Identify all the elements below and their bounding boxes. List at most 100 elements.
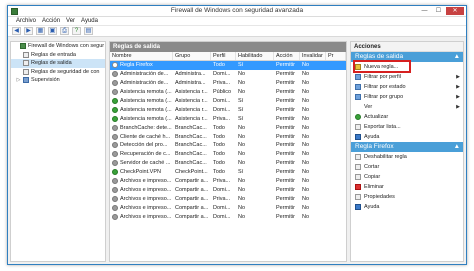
cell-name: Archivos e impreso... [110, 204, 173, 211]
rule-status-icon [112, 160, 118, 167]
rule-status-icon [112, 80, 118, 87]
rule-name: Archivos e impreso... [120, 195, 172, 202]
cell-group: Compartir a... [175, 195, 209, 202]
collapse-icon[interactable]: ▲ [454, 142, 460, 152]
table-row[interactable]: CheckPoint.VPN CheckPoint... Todo Sí Permiti… [110, 168, 346, 177]
cell-enabled: No [238, 80, 246, 87]
table-row[interactable]: Archivos e impreso... Compartir a... Domi.… [110, 185, 346, 194]
action-item[interactable]: Deshabilitar regla [351, 152, 463, 162]
column-override[interactable]: Invalidar [300, 52, 326, 60]
cell-enabled: No [238, 151, 246, 158]
forward-arrow-icon[interactable]: ▶ [24, 27, 33, 35]
action-item[interactable]: Copiar [351, 172, 463, 182]
menu-ayuda[interactable]: Ayuda [81, 18, 98, 24]
table-row[interactable]: Asistencia remota (... Asistencia r... Dom… [110, 97, 346, 106]
cell-group: Compartir a... [175, 178, 209, 185]
submenu-arrow-icon: ▶ [456, 84, 460, 90]
tree-item[interactable]: Reglas de salida [11, 59, 105, 68]
actions-title: Acciones [351, 42, 463, 52]
table-row[interactable]: Archivos e impreso... Compartir a... Domi.… [110, 212, 346, 221]
help-icon [355, 204, 361, 210]
menu-accion[interactable]: Acción [42, 18, 60, 24]
rules-list: Regla Firefox Todo Sí Permitir No Administrac… [110, 61, 346, 221]
back-arrow-icon[interactable]: ◀ [12, 27, 21, 35]
table-row[interactable]: Archivos e impreso... Compartir a... Priva… [110, 177, 346, 186]
cell-group: Asistencia r... [175, 106, 208, 113]
table-row[interactable]: Archivos e impreso... Compartir a... Domi.… [110, 203, 346, 212]
table-row[interactable]: BranchCache: dete... BranchCac... Todo No Pe… [110, 123, 346, 132]
close-button[interactable]: ✕ [446, 7, 464, 15]
actions-section-selected-rule[interactable]: Regla Firefox ▲ [351, 142, 463, 152]
action-item[interactable]: Eliminar [351, 182, 463, 192]
action-item[interactable]: Ayuda [351, 202, 463, 212]
collapse-icon[interactable]: ▲ [454, 52, 460, 62]
action-item[interactable]: Ayuda [351, 132, 463, 142]
action-label: Ayuda [364, 204, 380, 210]
column-header: Nombre Grupo Perfil Habilitado Acción In… [110, 52, 346, 61]
cell-action: Permitir [276, 204, 295, 211]
actions-section-selected-rule-label: Regla Firefox [355, 143, 394, 150]
tree-item[interactable]: Firewall de Windows con segur [11, 42, 105, 51]
table-row[interactable]: Asistencia remota (... Asistencia r... Dom… [110, 105, 346, 114]
cell-action: Permitir [276, 115, 295, 122]
table-row[interactable]: Recuperación de c... BranchCac... Todo No Pe… [110, 150, 346, 159]
action-item[interactable]: Filtrar por grupo ▶ [351, 92, 463, 102]
tree-item[interactable]: ▷ Supervisión [11, 76, 105, 85]
table-row[interactable]: Cliente de caché h... BranchCac... Todo No P… [110, 132, 346, 141]
cell-profile: Domi... [213, 213, 231, 220]
menu-ver[interactable]: Ver [66, 18, 75, 24]
help-icon[interactable]: ? [72, 27, 81, 35]
expand-arrow-icon[interactable]: ▷ [16, 77, 21, 83]
cell-override: No [302, 204, 310, 211]
action-label: Copiar [364, 174, 381, 180]
action-label: Ayuda [364, 134, 380, 140]
action-item[interactable]: Filtrar por estado ▶ [351, 82, 463, 92]
rule-status-icon [112, 133, 118, 140]
table-row[interactable]: Regla Firefox Todo Sí Permitir No [110, 61, 346, 70]
table-row[interactable]: Servidor de caché ... BranchCac... Todo No P… [110, 159, 346, 168]
cell-profile: Todo [213, 142, 225, 149]
action-label: Exportar lista... [364, 124, 401, 130]
menu-archivo[interactable]: Archivo [16, 18, 36, 24]
column-action[interactable]: Acción [274, 52, 300, 60]
column-profile[interactable]: Perfil [211, 52, 236, 60]
rule-status-icon [112, 89, 118, 96]
cell-action: Permitir [276, 213, 295, 220]
actions-rules-list: Nueva regla... Filtrar por perfil ▶ Filtrar… [351, 62, 463, 142]
tree-item[interactable]: Reglas de seguridad de con [11, 68, 105, 77]
table-row[interactable]: Asistencia remota (... Asistencia r... Púb… [110, 88, 346, 97]
column-name[interactable]: Nombre [110, 52, 173, 60]
action-pane-icon[interactable]: ▤ [84, 27, 93, 35]
cell-name: Servidor de caché ... [110, 160, 173, 167]
cell-override: No [302, 160, 310, 167]
cell-name: Detección del pro... [110, 142, 173, 149]
cell-name: Archivos e impreso... [110, 178, 173, 185]
tree-item[interactable]: Reglas de entrada [11, 51, 105, 60]
rule-status-icon [112, 151, 118, 158]
cell-override: No [302, 115, 310, 122]
action-item[interactable]: Actualizar [351, 112, 463, 122]
rule-name: Archivos e impreso... [120, 186, 172, 193]
show-tree-icon[interactable]: ▦ [36, 27, 45, 35]
export-icon[interactable]: ⎙ [60, 27, 69, 35]
column-pr[interactable]: Pr [326, 52, 346, 60]
navigation-tree: Firewall de Windows con segur Reglas de e… [10, 41, 106, 262]
table-row[interactable]: Archivos e impreso... Compartir a... Priva… [110, 194, 346, 203]
cell-name: Cliente de caché h... [110, 133, 173, 140]
table-row[interactable]: Asistencia remota (... Asistencia r... Pri… [110, 114, 346, 123]
table-row[interactable]: Detección del pro... BranchCac... Todo No Pe… [110, 141, 346, 150]
menu-bar: Archivo Acción Ver Ayuda [8, 17, 466, 26]
action-item[interactable]: Filtrar por perfil ▶ [351, 72, 463, 82]
action-item[interactable]: Ver ▶ [351, 102, 463, 112]
console-icon[interactable]: ▣ [48, 27, 57, 35]
cell-action: Permitir [276, 151, 295, 158]
table-row[interactable]: Administración de... Administra... Priva..… [110, 79, 346, 88]
minimize-button[interactable]: — [418, 7, 431, 15]
action-item[interactable]: Exportar lista... [351, 122, 463, 132]
action-item[interactable]: Propiedades [351, 192, 463, 202]
column-group[interactable]: Grupo [173, 52, 211, 60]
column-enabled[interactable]: Habilitado [236, 52, 274, 60]
table-row[interactable]: Administración de... Administra... Domi...… [110, 70, 346, 79]
action-item[interactable]: Cortar [351, 162, 463, 172]
maximize-button[interactable]: ☐ [432, 7, 445, 15]
